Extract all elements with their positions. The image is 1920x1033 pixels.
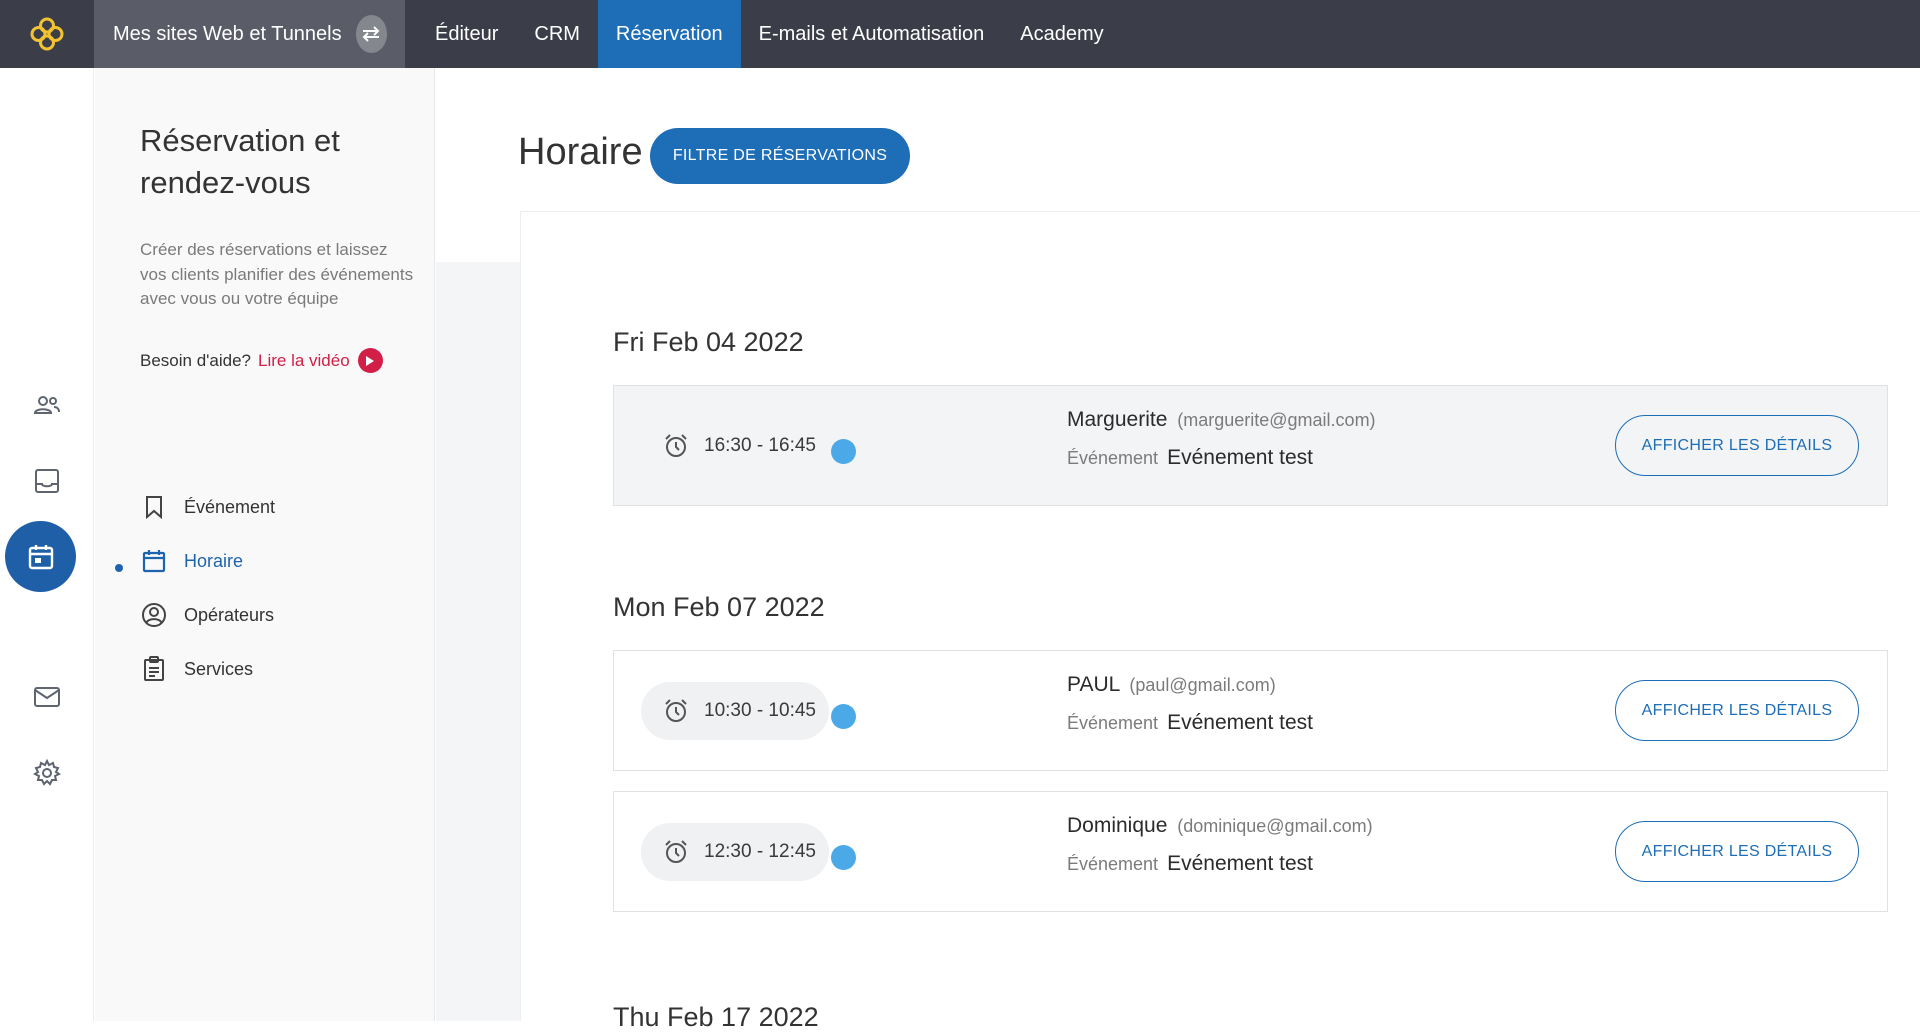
show-details-button[interactable]: AFFICHER LES DÉTAILS	[1615, 415, 1859, 476]
help-text: Besoin d'aide?	[140, 350, 251, 370]
side-item-label: Opérateurs	[184, 604, 275, 625]
booking-person: Dominique (dominique@gmail.com)	[1067, 814, 1373, 838]
side-item-horaire[interactable]: Horaire	[95, 534, 435, 588]
time-pill: 12:30 - 12:45	[641, 823, 829, 881]
side-menu: Événement Horaire Opérateurs Services	[95, 480, 435, 696]
day-heading: Mon Feb 07 2022	[613, 592, 825, 622]
nav-crm[interactable]: CRM	[516, 0, 598, 68]
booking-event: Événement Evénement test	[1067, 852, 1313, 876]
nav-reservation[interactable]: Réservation	[597, 0, 741, 68]
status-dot	[831, 704, 856, 729]
event-name: Evénement test	[1167, 852, 1313, 875]
side-item-operateurs[interactable]: Opérateurs	[95, 588, 435, 642]
booking-time: 12:30 - 12:45	[704, 841, 816, 862]
person-name: Dominique	[1067, 814, 1168, 837]
side-panel: Réservation et rendez-vous Créer des rés…	[95, 68, 435, 1021]
icon-rail	[0, 68, 94, 1021]
person-email: (marguerite@gmail.com)	[1177, 410, 1376, 430]
side-item-evenement[interactable]: Événement	[95, 480, 435, 534]
event-label: Événement	[1067, 713, 1159, 733]
show-details-button[interactable]: AFFICHER LES DÉTAILS	[1615, 821, 1859, 882]
booking-time: 16:30 - 16:45	[704, 435, 816, 456]
filter-reservations-button[interactable]: FILTRE DE RÉSERVATIONS	[650, 128, 910, 184]
event-label: Événement	[1067, 448, 1159, 468]
nav-emails-automatisation[interactable]: E-mails et Automatisation	[741, 0, 1003, 68]
nav-sites-tunnels[interactable]: Mes sites Web et Tunnels	[94, 0, 405, 68]
bookmark-icon	[140, 493, 168, 521]
inbox-icon[interactable]	[17, 451, 77, 511]
swap-icon[interactable]	[355, 15, 387, 53]
calendar-icon	[140, 547, 168, 575]
flower-logo-icon	[30, 17, 64, 51]
event-name: Evénement test	[1167, 446, 1313, 469]
side-item-label: Horaire	[184, 550, 244, 571]
play-icon[interactable]	[357, 348, 383, 373]
nav-academy[interactable]: Academy	[1002, 0, 1121, 68]
schedule-content: Fri Feb 04 2022 16:30 - 16:45 Marguerite…	[520, 211, 1920, 1032]
main-gutter	[436, 262, 520, 1021]
person-name: Marguerite	[1067, 408, 1168, 431]
side-item-label: Événement	[184, 496, 276, 517]
show-details-button[interactable]: AFFICHER LES DÉTAILS	[1615, 680, 1859, 741]
day-heading: Thu Feb 17 2022	[613, 1002, 819, 1032]
status-dot	[831, 439, 856, 464]
help-row: Besoin d'aide? Lire la vidéo	[140, 348, 383, 373]
booking-card: 16:30 - 16:45 Marguerite (marguerite@gma…	[613, 385, 1888, 506]
help-video-link[interactable]: Lire la vidéo	[258, 351, 350, 371]
event-label: Événement	[1067, 854, 1159, 874]
alarm-clock-icon	[663, 433, 689, 459]
booking-card: 12:30 - 12:45 Dominique (dominique@gmail…	[613, 791, 1888, 912]
person-email: (paul@gmail.com)	[1129, 675, 1276, 695]
event-name: Evénement test	[1167, 711, 1313, 734]
page-title: Horaire	[518, 131, 643, 173]
status-dot	[831, 845, 856, 870]
booking-card: 10:30 - 10:45 PAUL (paul@gmail.com) Évén…	[613, 650, 1888, 771]
booking-person: PAUL (paul@gmail.com)	[1067, 673, 1276, 697]
nav-sites-label: Mes sites Web et Tunnels	[113, 22, 342, 45]
nav-editeur[interactable]: Éditeur	[417, 0, 516, 68]
settings-icon[interactable]	[17, 743, 77, 803]
top-navigation: Mes sites Web et Tunnels Éditeur CRM Rés…	[0, 0, 1920, 68]
alarm-clock-icon	[663, 698, 689, 724]
person-email: (dominique@gmail.com)	[1177, 816, 1373, 836]
active-indicator	[115, 564, 123, 572]
clipboard-icon	[140, 655, 168, 683]
time-pill: 10:30 - 10:45	[641, 682, 829, 740]
booking-time: 10:30 - 10:45	[704, 700, 816, 721]
calendar-icon[interactable]	[5, 521, 76, 592]
booking-event: Événement Evénement test	[1067, 446, 1313, 470]
alarm-clock-icon	[663, 839, 689, 865]
side-item-services[interactable]: Services	[95, 642, 435, 696]
app-logo[interactable]	[0, 0, 94, 68]
panel-title: Réservation et rendez-vous	[140, 123, 340, 200]
time-pill: 16:30 - 16:45	[641, 417, 829, 475]
panel-description: Créer des réservations et laissez vos cl…	[140, 240, 414, 308]
booking-person: Marguerite (marguerite@gmail.com)	[1067, 408, 1376, 432]
booking-event: Événement Evénement test	[1067, 711, 1313, 735]
side-item-label: Services	[184, 658, 254, 679]
account-circle-icon	[140, 601, 168, 629]
contacts-icon[interactable]	[17, 375, 77, 435]
mail-icon[interactable]	[17, 667, 77, 727]
person-name: PAUL	[1067, 673, 1120, 696]
day-heading: Fri Feb 04 2022	[613, 327, 804, 357]
